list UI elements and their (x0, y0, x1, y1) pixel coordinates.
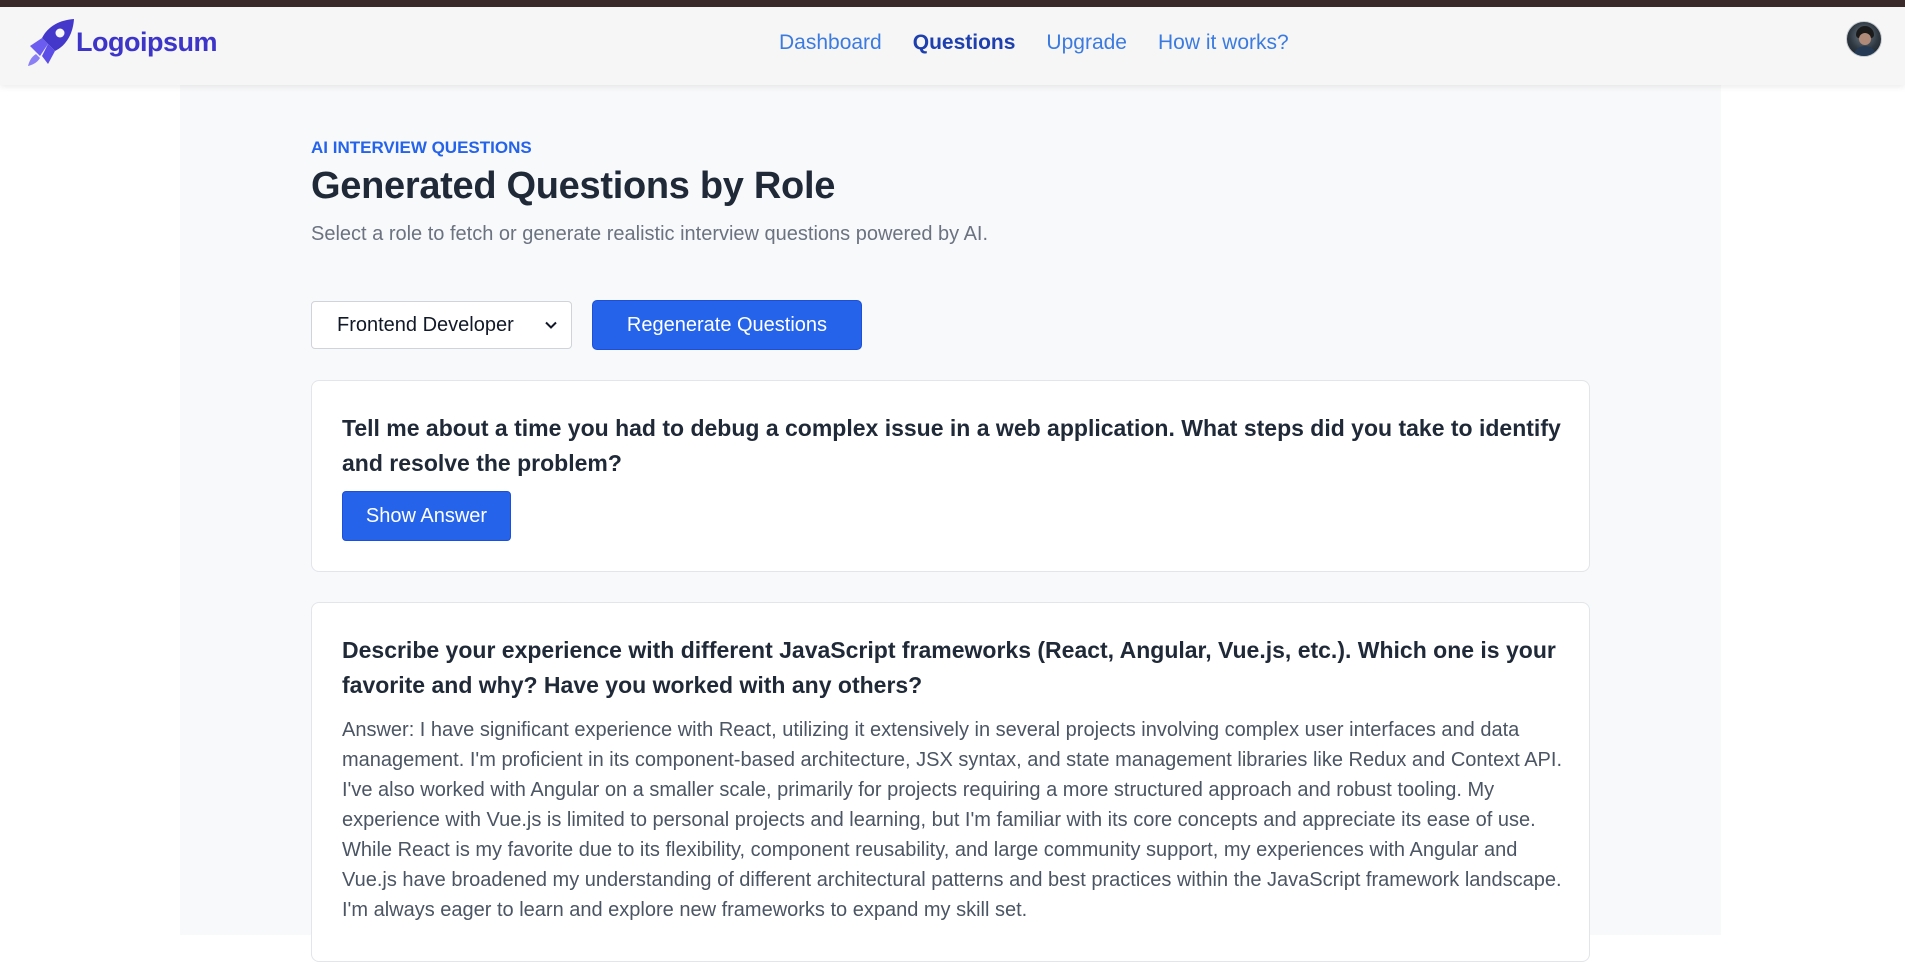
regenerate-questions-button[interactable]: Regenerate Questions (592, 300, 862, 350)
top-navbar: Logoipsum Dashboard Questions Upgrade Ho… (0, 7, 1905, 85)
show-answer-button[interactable]: Show Answer (342, 491, 511, 541)
brand-name: Logoipsum (76, 26, 217, 57)
main-nav: Dashboard Questions Upgrade How it works… (779, 23, 1320, 63)
avatar-face (1859, 33, 1871, 45)
user-avatar[interactable] (1846, 21, 1882, 57)
rocket-logo-icon (28, 19, 74, 66)
page-subtitle: Select a role to fetch or generate reali… (311, 223, 989, 245)
question-text: Tell me about a time you had to debug a … (342, 415, 1561, 476)
question-card: Tell me about a time you had to debug a … (311, 380, 1590, 572)
avatar-body (1853, 46, 1877, 56)
chevron-down-icon (545, 321, 557, 329)
nav-questions[interactable]: Questions (913, 31, 1016, 55)
role-select-value: Frontend Developer (337, 313, 514, 336)
question-card: Describe your experience with different … (311, 602, 1590, 962)
page-title: Generated Questions by Role (311, 165, 836, 207)
nav-dashboard[interactable]: Dashboard (779, 31, 882, 55)
brand-logo[interactable]: Logoipsum (22, 16, 217, 68)
nav-how-it-works[interactable]: How it works? (1158, 31, 1289, 55)
section-eyebrow: AI INTERVIEW QUESTIONS (311, 138, 532, 157)
answer-text: Answer: I have significant experience wi… (342, 719, 1562, 921)
window-top-border (0, 0, 1905, 7)
role-select[interactable]: Frontend Developer (311, 301, 572, 349)
main-content: AI INTERVIEW QUESTIONS Generated Questio… (180, 85, 1721, 962)
question-text: Describe your experience with different … (342, 637, 1556, 698)
nav-upgrade[interactable]: Upgrade (1046, 31, 1127, 55)
